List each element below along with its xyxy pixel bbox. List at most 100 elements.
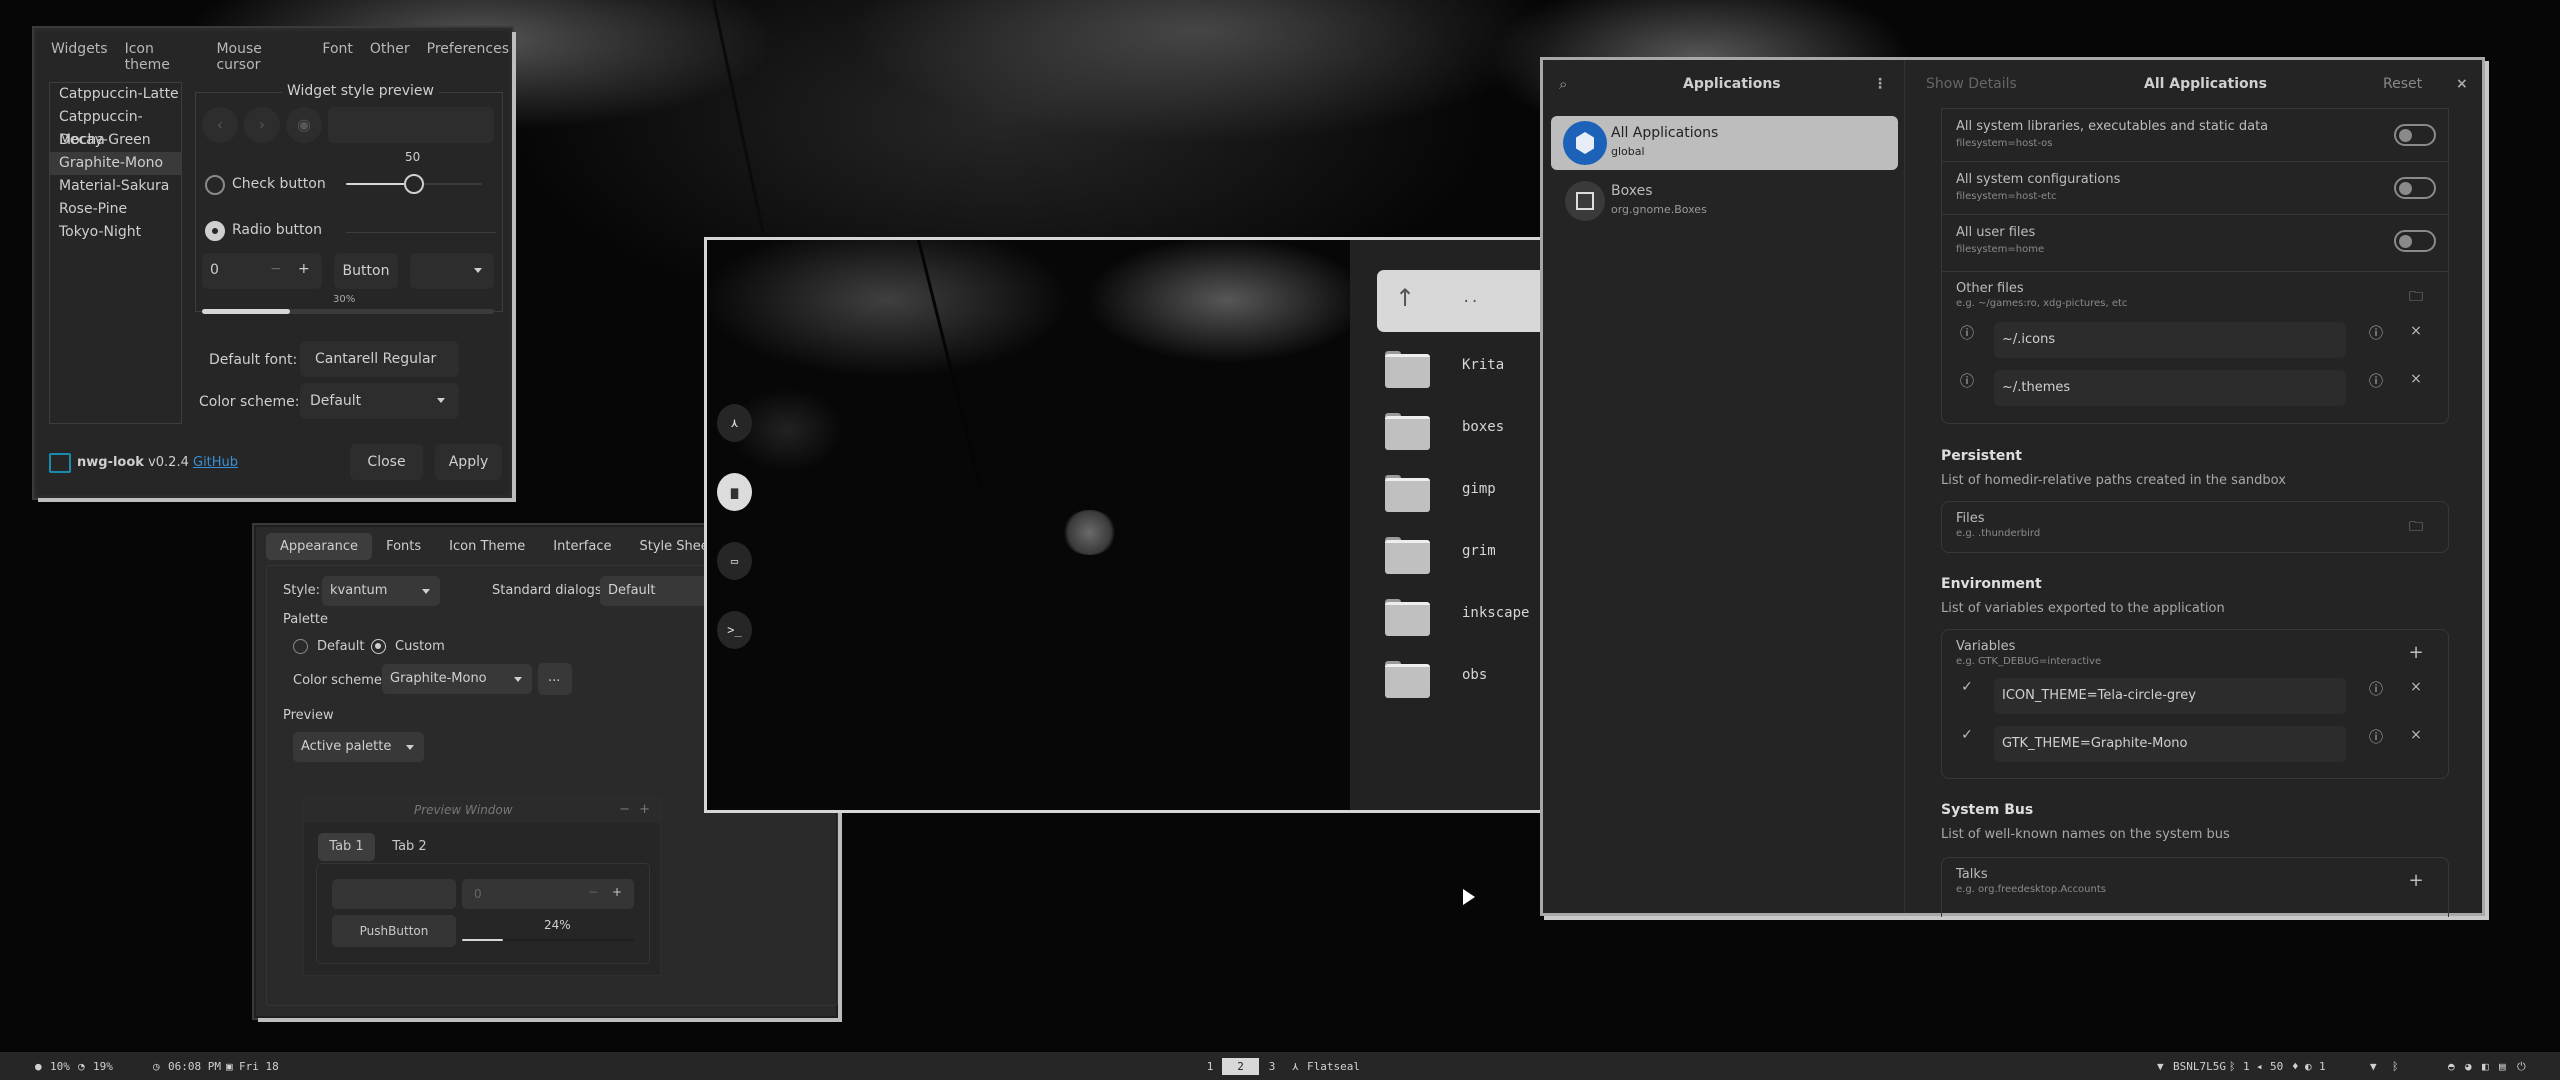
default-font-button[interactable]: Cantarell Regular 10 (300, 341, 459, 403)
window-button[interactable]: ▭ (717, 542, 752, 580)
bluetooth-tray-icon[interactable]: ᛒ (2392, 1060, 2399, 1073)
spin-plus-icon[interactable]: + (612, 885, 622, 899)
remove-icon[interactable]: × (2406, 371, 2426, 387)
bluetooth-count[interactable]: 1 (2243, 1060, 2250, 1073)
volume-level[interactable]: 50 (2270, 1060, 2283, 1073)
layout-tray-icon[interactable]: ◧ (2482, 1060, 2489, 1073)
maximize-icon[interactable]: + (639, 802, 650, 817)
microphone-icon[interactable]: ♦ (2292, 1060, 2299, 1073)
apply-button[interactable]: Apply (435, 444, 502, 480)
spin-minus-icon[interactable]: − (588, 885, 598, 899)
folder-add-icon[interactable]: 🗀 (2406, 516, 2426, 540)
preview-push-button[interactable]: PushButton (332, 915, 456, 947)
tab-icon-theme[interactable]: Icon theme (125, 41, 200, 73)
date[interactable]: Fri 18 (239, 1060, 279, 1073)
preview-spinbox[interactable]: 0 − + (462, 879, 634, 909)
preview-line-edit[interactable] (332, 879, 456, 909)
menu-kebab-icon[interactable]: ⋮ (1873, 60, 1887, 108)
tab-icon-theme[interactable]: Icon Theme (435, 533, 539, 560)
tab-interface[interactable]: Interface (539, 533, 625, 560)
remove-icon[interactable]: × (2406, 323, 2426, 339)
forward-button[interactable]: › (244, 107, 280, 143)
minimize-icon[interactable]: − (619, 802, 630, 817)
power-icon[interactable]: ⏻ (2517, 1060, 2526, 1074)
host-os-toggle[interactable] (2394, 124, 2436, 146)
slider-track[interactable] (346, 174, 482, 194)
arch-button[interactable]: ⋏ (717, 404, 752, 442)
spin-plus-icon[interactable]: + (298, 261, 310, 277)
color-scheme-dropdown[interactable]: Default (300, 383, 459, 419)
time[interactable]: 06:08 PM (168, 1060, 221, 1073)
workspace-3[interactable]: 3 (1258, 1058, 1286, 1075)
spin-minus-icon[interactable]: − (270, 261, 282, 277)
remove-icon[interactable]: × (2406, 679, 2426, 695)
tab-fonts[interactable]: Fonts (372, 533, 435, 560)
variable-entry[interactable]: GTK_THEME=Graphite-Mono (1994, 726, 2346, 762)
theme-item[interactable]: Catppuccin-Mocha (50, 106, 181, 148)
tab-preferences[interactable]: Preferences (427, 41, 509, 73)
folder-icon (1385, 661, 1430, 698)
other-file-entry[interactable]: ~/.icons (1994, 322, 2346, 358)
other-files-card: Other files e.g. ~/games:ro, xdg-picture… (1941, 271, 2449, 424)
palette-tray-icon[interactable]: ◕ (2465, 1060, 2472, 1073)
folder-name: inkscape (1462, 605, 1530, 621)
ghost-tray-icon[interactable]: ◓ (2448, 1060, 2455, 1073)
folder-add-icon[interactable]: 🗀 (2406, 286, 2426, 310)
app-item-all-applications[interactable]: All Applications global (1551, 116, 1898, 170)
spin-button[interactable]: 0 − + (202, 253, 322, 289)
radio-button-indicator[interactable] (205, 221, 225, 241)
theme-item[interactable]: Tokyo-Night (50, 221, 181, 244)
palette-custom-radio[interactable] (371, 639, 386, 654)
reset-button[interactable]: Reset (2383, 60, 2422, 108)
wifi-tray-icon[interactable]: ▼ (2370, 1060, 2377, 1073)
slider-handle[interactable] (404, 174, 424, 194)
add-icon[interactable]: + (2406, 870, 2426, 891)
remove-icon[interactable]: × (2406, 727, 2426, 743)
edit-color-scheme-button[interactable]: ... (538, 663, 572, 695)
preview-tab-2[interactable]: Tab 2 (381, 833, 438, 861)
palette-default-radio[interactable] (293, 639, 308, 654)
preview-combo[interactable] (410, 253, 494, 289)
add-icon[interactable]: + (2406, 642, 2426, 663)
github-link[interactable]: GitHub (193, 455, 238, 470)
theme-item[interactable]: Decay-Green (50, 129, 181, 152)
style-dropdown[interactable]: kvantum (322, 576, 440, 606)
preview-tab-1[interactable]: Tab 1 (318, 833, 375, 861)
app-item-boxes[interactable]: Boxes org.gnome.Boxes (1551, 174, 1898, 228)
preview-palette-dropdown[interactable]: Active palette (293, 732, 424, 762)
clipboard-tray-icon[interactable]: ▤ (2499, 1060, 2506, 1073)
back-button[interactable]: ‹ (202, 107, 238, 143)
tab-widgets[interactable]: Widgets (51, 41, 108, 73)
preview-button[interactable]: Button (334, 253, 398, 289)
workspace-2[interactable]: 2 (1222, 1058, 1259, 1075)
show-details-button[interactable]: Show Details (1926, 60, 2017, 108)
tab-other[interactable]: Other (370, 41, 410, 73)
tab-appearance[interactable]: Appearance (266, 533, 373, 560)
tab-font[interactable]: Font (322, 41, 352, 73)
status-bar: ● 10% ◔ 19% ◷ 06:08 PM ▣ Fri 18 1 2 3 ⋏ … (0, 1052, 2560, 1080)
check-button-indicator[interactable] (205, 175, 225, 195)
tab-mouse-cursor[interactable]: Mouse cursor (216, 41, 305, 73)
close-icon[interactable]: × (2456, 60, 2468, 108)
search-icon[interactable]: ⌕ (1559, 60, 1567, 108)
close-button[interactable]: Close (350, 444, 423, 480)
record-button[interactable]: ◉ (286, 107, 322, 143)
color-scheme-value: Default (310, 393, 362, 409)
theme-item[interactable]: Rose-Pine (50, 198, 181, 221)
checkmark-icon: ✓ (1961, 727, 1973, 743)
host-etc-toggle[interactable] (2394, 177, 2436, 199)
brightness-value[interactable]: 1 (2319, 1060, 2326, 1073)
home-toggle[interactable] (2394, 230, 2436, 252)
theme-item-selected[interactable]: Graphite-Mono (50, 152, 181, 175)
theme-item[interactable]: Catppuccin-Latte (50, 83, 181, 106)
folder-button[interactable]: ▆ (717, 473, 752, 511)
color-scheme-dropdown[interactable]: Graphite-Mono (382, 664, 532, 694)
workspace-1[interactable]: 1 (1196, 1058, 1224, 1075)
wifi-name[interactable]: BSNL7L5G (2173, 1060, 2226, 1073)
variable-entry[interactable]: ICON_THEME=Tela-circle-grey (1994, 678, 2346, 714)
other-file-entry[interactable]: ~/.themes (1994, 370, 2346, 406)
terminal-button[interactable]: >_ (717, 611, 752, 649)
theme-item[interactable]: Material-Sakura (50, 175, 181, 198)
standard-dialogs-label: Standard dialogs: (492, 583, 607, 598)
preview-entry[interactable] (328, 107, 494, 143)
